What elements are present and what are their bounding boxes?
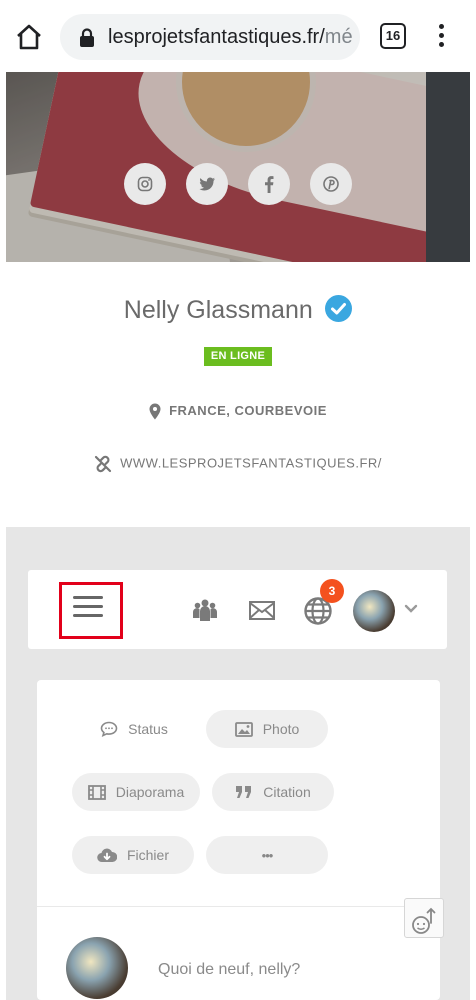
photo-button[interactable]: Photo — [206, 710, 328, 748]
profile-website[interactable]: WWW.LESPROJETSFANTASTIQUES.FR/ — [0, 455, 476, 473]
profile-name-row: Nelly Glassmann — [0, 295, 476, 325]
more-vert-icon[interactable] — [434, 24, 448, 50]
url-fade: mé — [324, 26, 353, 48]
slideshow-label: Diaporama — [115, 784, 185, 800]
cover-photo — [6, 72, 470, 262]
quote-label: Citation — [263, 784, 311, 800]
pinterest-icon[interactable] — [310, 163, 352, 205]
notification-badge: 3 — [320, 579, 344, 603]
location-text: FRANCE, COURBEVOIE — [169, 403, 327, 418]
instagram-icon[interactable] — [124, 163, 166, 205]
status-label: Status — [128, 721, 168, 737]
file-button[interactable]: Fichier — [72, 836, 194, 874]
composer-avatar — [66, 937, 128, 999]
film-icon — [87, 784, 106, 800]
groups-icon[interactable] — [192, 598, 218, 622]
twitter-icon[interactable] — [186, 163, 228, 205]
url-text: lesprojetsfantastiques.fr/mé — [108, 26, 353, 49]
url-main: lesprojetsfantastiques.fr/ — [108, 26, 325, 48]
lock-icon — [80, 28, 94, 47]
speech-bubble-icon — [100, 721, 118, 737]
post-input[interactable]: Quoi de neuf, nelly? — [158, 961, 300, 979]
browser-toolbar: lesprojetsfantastiques.fr/mé 16 — [0, 0, 476, 72]
slideshow-button[interactable]: Diaporama — [72, 773, 200, 811]
accessibility-widget-button[interactable] — [404, 898, 444, 938]
facebook-icon[interactable] — [248, 163, 290, 205]
status-button[interactable]: Status — [94, 710, 174, 748]
mail-icon[interactable] — [249, 601, 275, 620]
file-label: Fichier — [126, 847, 169, 863]
tabs-icon[interactable]: 16 — [380, 23, 406, 49]
home-icon[interactable] — [14, 22, 44, 52]
page: lesprojetsfantastiques.fr/mé 16 Nelly Gl… — [0, 0, 476, 1000]
quote-icon — [236, 785, 252, 798]
social-links — [6, 163, 470, 207]
chevron-down-icon[interactable] — [404, 604, 418, 614]
photo-label: Photo — [262, 721, 300, 737]
map-pin-icon — [149, 403, 161, 420]
cloud-download-icon — [97, 848, 117, 862]
online-status-badge: EN LIGNE — [204, 347, 272, 366]
more-actions-button[interactable]: ••• — [206, 836, 328, 874]
accessibility-icon — [412, 907, 436, 934]
link-off-icon — [95, 455, 112, 473]
profile-name: Nelly Glassmann — [123, 296, 313, 324]
avatar[interactable] — [353, 590, 395, 632]
profile-location: FRANCE, COURBEVOIE — [0, 403, 476, 420]
composer-divider — [37, 906, 440, 907]
address-bar[interactable]: lesprojetsfantastiques.fr/mé — [60, 14, 360, 60]
menu-icon[interactable] — [59, 582, 123, 639]
more-label: ••• — [261, 847, 274, 863]
quote-button[interactable]: Citation — [212, 773, 334, 811]
verified-icon — [325, 295, 353, 322]
image-icon — [234, 721, 253, 737]
website-link[interactable]: WWW.LESPROJETSFANTASTIQUES.FR/ — [120, 455, 382, 470]
